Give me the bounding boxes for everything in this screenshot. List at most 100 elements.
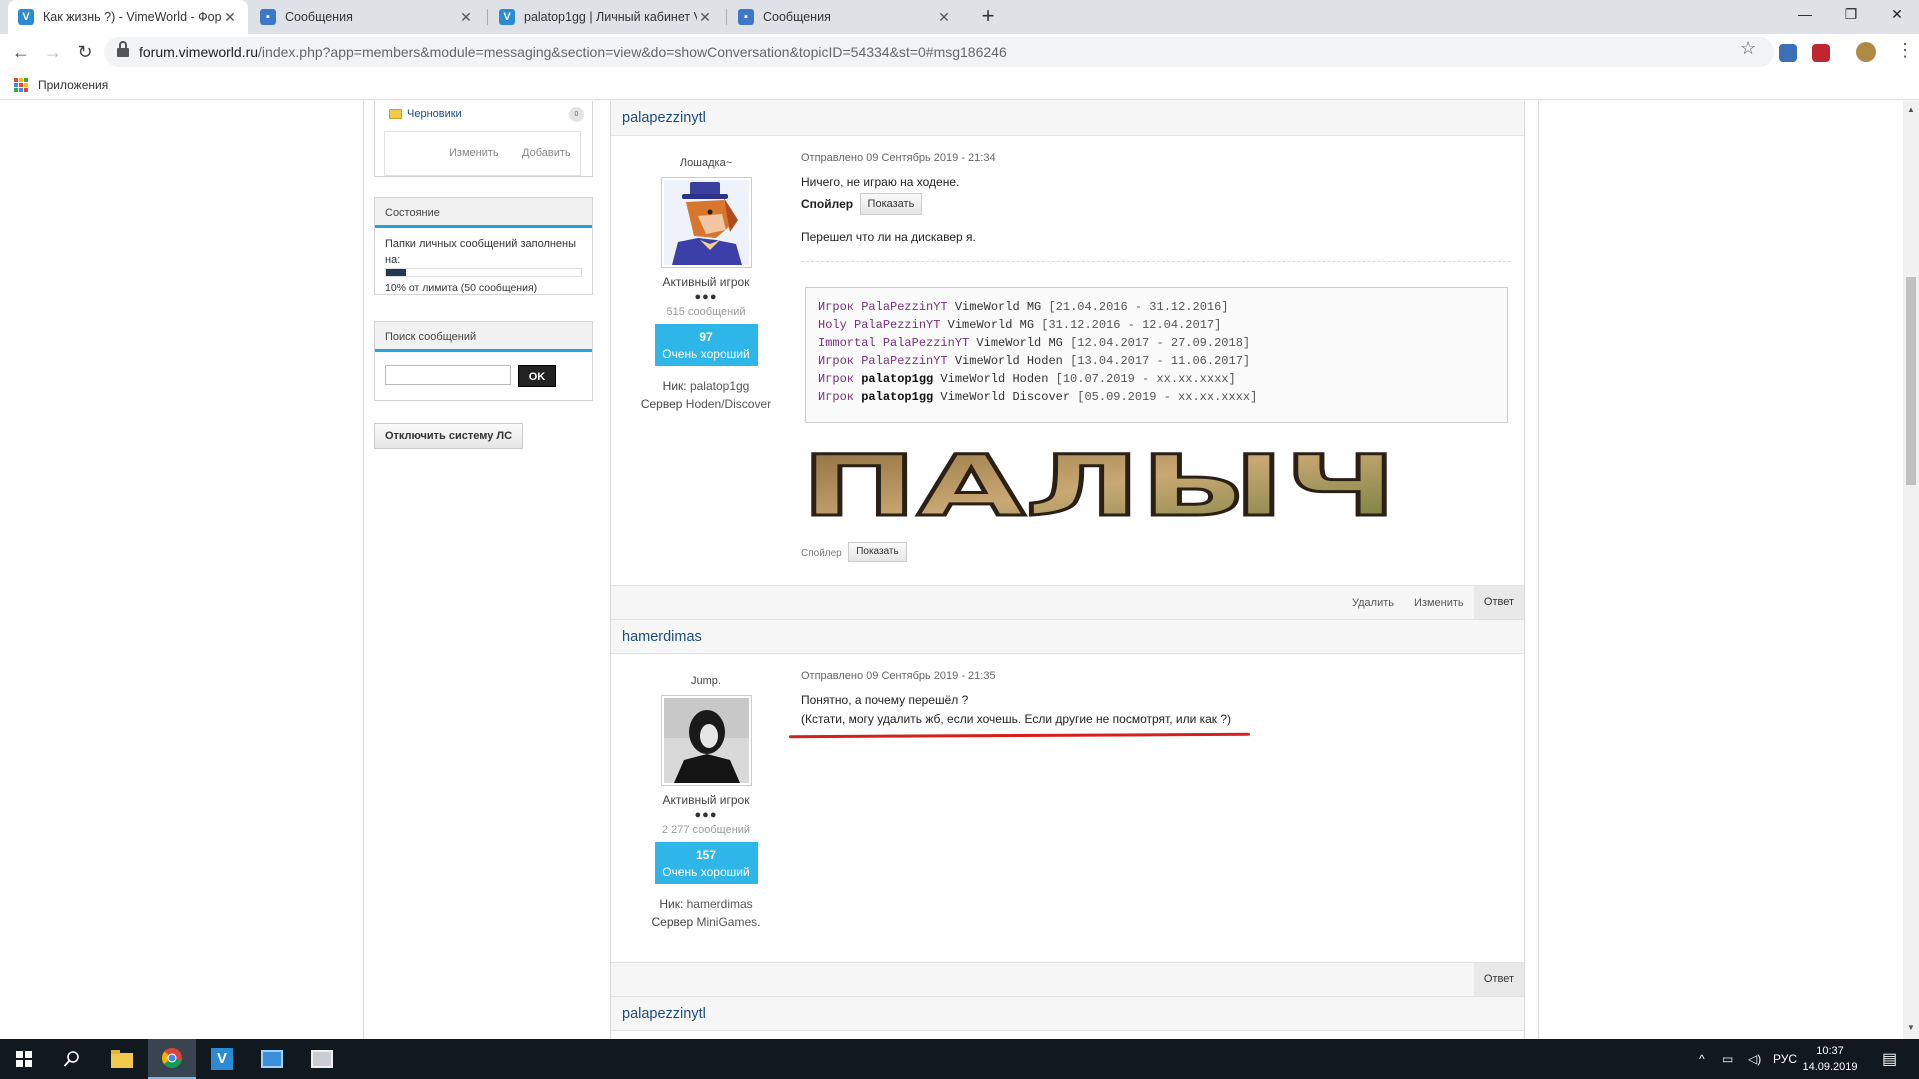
language-indicator[interactable]: РУС [1773,1052,1797,1066]
post-date: Отправлено 09 Сентябрь 2019 - 21:35 [801,670,996,682]
post-header: hamerdimas [611,619,1524,654]
signature-line: Holy PalaPezzinYT VimeWorld MG [31.12.20… [818,316,1495,334]
scroll-thumb[interactable] [1906,277,1916,485]
reply-button[interactable]: Ответ [1473,963,1524,996]
disable-pm-button[interactable]: Отключить систему ЛС [374,423,523,449]
avatar[interactable] [660,177,752,268]
signature-token: PalaPezzinYT [861,354,948,368]
post-date: Отправлено 09 Сентябрь 2019 - 21:34 [801,152,996,164]
avatar[interactable] [1856,42,1876,62]
volume-icon[interactable]: ◁) [1748,1052,1761,1066]
reputation-value: 97 [699,330,713,344]
scroll-up-icon[interactable]: ▲ [1907,105,1915,114]
extension-icon[interactable] [1779,44,1797,62]
signature-token: [13.04.2017 - 11.06.2017] [1070,354,1251,368]
post-text: Понятно, а почему перешёл ? [801,693,969,707]
signature-token: [05.09.2019 - xx.xx.xxxx] [1077,390,1258,404]
edit-post-link[interactable]: Изменить [1414,597,1464,609]
post-header: palapezzinytl [611,996,1524,1031]
tab-label: Сообщения [285,10,353,24]
search-title: Поиск сообщений [375,322,592,352]
delete-post-link[interactable]: Удалить [1352,597,1394,609]
add-folder-link[interactable]: Добавить [522,147,571,159]
signature-token: Holy [818,318,855,332]
bookmark-star-icon[interactable]: ☆ [1740,38,1756,59]
tab-active[interactable]: V Как жизнь ?) - VimeWorld - Фор ✕ [8,0,248,34]
post-footer: Удалить Изменить Ответ [611,585,1524,620]
minimize-button[interactable]: — [1782,0,1828,30]
vimeworld-icon[interactable]: V [198,1039,246,1079]
search-icon[interactable] [48,1039,96,1079]
signature-code-block: Игрок PalaPezzinYT VimeWorld MG [21.04.2… [805,287,1508,423]
signature-token: PalaPezzinYT [854,318,941,332]
file-explorer-icon[interactable] [98,1039,146,1079]
search-ok-button[interactable]: OK [518,365,556,387]
nick-label: Ник: [659,897,684,911]
extension-icon-2[interactable] [1812,44,1830,62]
url-path: /index.php?app=members&module=messaging&… [258,44,1007,60]
content-border-right [1538,101,1539,1039]
chrome-icon[interactable] [148,1039,196,1079]
folder-drafts[interactable]: Черновики 0 [389,106,584,122]
signature-token: Игрок [818,300,862,314]
page-scrollbar[interactable]: ▲ ▼ [1903,101,1919,1039]
post-body: Отправлено 09 Сентябрь 2019 - 21:35 Поня… [801,670,1511,729]
spoiler: Спойлер Показать [801,193,1511,215]
new-tab-button[interactable]: + [975,4,1001,30]
post-author-link[interactable]: palapezzinytl [622,1006,706,1022]
quota-subtext: 10% от лимита (50 сообщения) [385,282,538,294]
signature-line: Immortal PalaPezzinYT VimeWorld MG [12.0… [818,334,1495,352]
edit-folders-link[interactable]: Изменить [449,147,499,159]
close-icon[interactable]: ✕ [697,9,713,26]
post-author-link[interactable]: palapezzinytl [622,110,706,126]
tab-label: palatop1gg | Личный кабинет V [524,10,697,24]
search-input[interactable] [385,365,511,385]
close-icon[interactable]: ✕ [222,9,238,26]
network-icon[interactable]: ▭ [1722,1052,1733,1066]
user-info: Jump. Активный игрок ●●● 2 277 сообщений… [611,675,801,931]
spoiler-show-button[interactable]: Показать [859,193,923,215]
rank-pips: ●●● [694,809,718,821]
girl-avatar-image [663,698,749,783]
avatar[interactable] [660,695,752,786]
reload-button[interactable]: ↻ [73,40,97,64]
tab-cabinet[interactable]: V palatop1gg | Личный кабинет V ✕ [489,0,723,34]
scroll-down-icon[interactable]: ▼ [1907,1023,1915,1032]
clock[interactable]: 10:37 14.09.2019 [1795,1043,1865,1075]
folder-drafts-label: Черновики [407,108,462,120]
tab-strip: V Как жизнь ?) - VimeWorld - Фор ✕ ▪ Соо… [0,0,1919,34]
post-author-link[interactable]: hamerdimas [622,629,702,645]
tray-chevron-icon[interactable]: ^ [1699,1052,1705,1066]
vimeworld-icon: V [18,9,34,25]
sig-spoiler-show-button[interactable]: Показать [848,542,907,562]
tab-messages[interactable]: ▪ Сообщения ✕ [250,0,484,34]
close-icon[interactable]: ✕ [936,9,952,26]
quota-text: Папки личных сообщений заполнены на: [385,238,577,266]
close-icon[interactable]: ✕ [458,9,474,26]
signature-token: Игрок [818,354,862,368]
tab-messages-2[interactable]: ▪ Сообщения ✕ [728,0,962,34]
post-header: palapezzinytl [611,101,1524,136]
conversation: palapezzinytl Лошадка~ Активный игрок ●●… [610,101,1525,1039]
status-box: Состояние Папки личных сообщений заполне… [374,197,593,295]
menu-icon[interactable]: ⋮ [1896,41,1914,59]
address-bar[interactable]: forum.vimeworld.ru/index.php?app=members… [104,37,1774,67]
quota-progress-bar [385,268,582,277]
bookmark-apps[interactable]: Приложения [38,78,108,92]
back-button[interactable]: ← [9,40,33,64]
user-rank: Активный игрок [662,793,750,807]
apps-icon[interactable] [14,78,28,92]
sig-spoiler-label: Спойлер [801,548,842,560]
signature-token: VimeWorld MG [969,336,1071,350]
windows-start-icon[interactable] [0,1039,48,1079]
close-window-button[interactable]: ✕ [1874,0,1919,30]
forward-button[interactable]: → [41,40,65,64]
app-icon[interactable] [248,1039,296,1079]
app-icon-2[interactable] [298,1039,346,1079]
reply-button[interactable]: Ответ [1473,586,1524,619]
restore-button[interactable]: ❐ [1828,0,1874,30]
post-text-2: (Кстати, могу удалить жб, если хочешь. Е… [801,712,1232,726]
reputation-label: Очень хороший [662,347,750,361]
server-value: MiniGames. [696,915,761,929]
notifications-icon[interactable]: ▤ [1882,1049,1897,1069]
